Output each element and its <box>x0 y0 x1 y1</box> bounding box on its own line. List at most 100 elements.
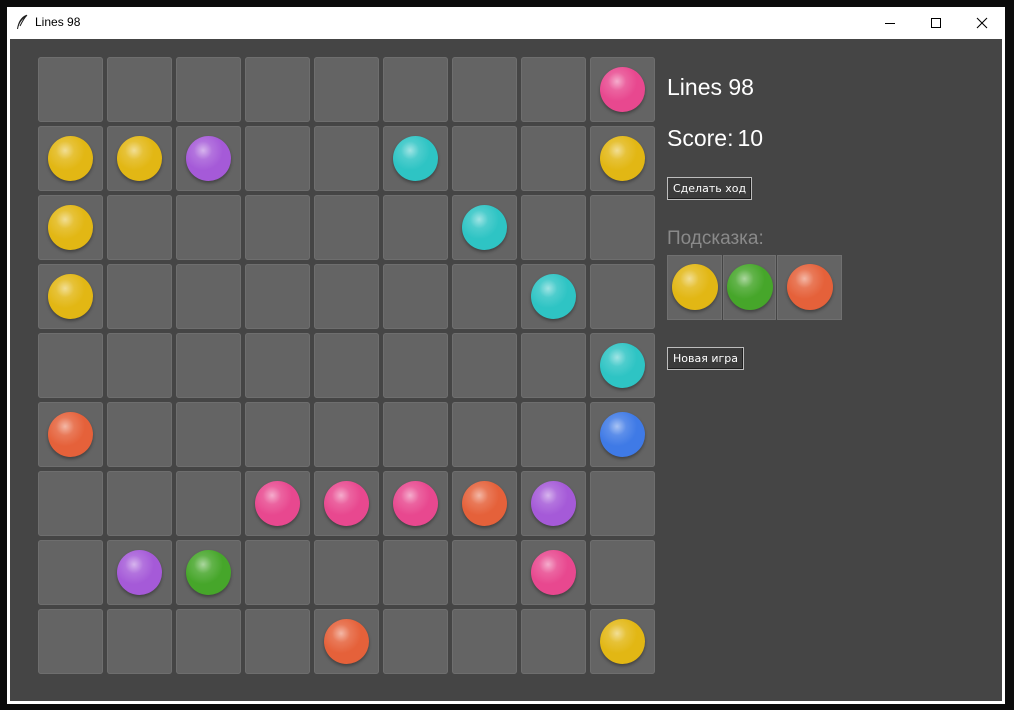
cyan-ball[interactable] <box>531 274 576 319</box>
board-cell[interactable] <box>107 264 172 329</box>
make-move-button[interactable]: Сделать ход <box>667 177 753 200</box>
orange-ball[interactable] <box>324 619 369 664</box>
board-cell[interactable] <box>245 609 310 674</box>
board-cell[interactable] <box>521 57 586 122</box>
board-cell[interactable] <box>590 540 655 605</box>
yellow-ball[interactable] <box>600 619 645 664</box>
pink-ball[interactable] <box>255 481 300 526</box>
board-cell[interactable] <box>176 333 241 398</box>
board-cell[interactable] <box>107 609 172 674</box>
board-cell[interactable] <box>245 471 310 536</box>
board-cell[interactable] <box>383 57 448 122</box>
pink-ball[interactable] <box>531 550 576 595</box>
cyan-ball[interactable] <box>600 343 645 388</box>
board-cell[interactable] <box>245 333 310 398</box>
board-cell[interactable] <box>590 126 655 191</box>
board-cell[interactable] <box>314 57 379 122</box>
board-cell[interactable] <box>107 540 172 605</box>
board-cell[interactable] <box>590 402 655 467</box>
board-cell[interactable] <box>521 402 586 467</box>
board-cell[interactable] <box>452 471 517 536</box>
board-cell[interactable] <box>38 126 103 191</box>
board-cell[interactable] <box>176 402 241 467</box>
board-cell[interactable] <box>383 402 448 467</box>
yellow-ball[interactable] <box>48 205 93 250</box>
board-cell[interactable] <box>107 402 172 467</box>
board-cell[interactable] <box>452 609 517 674</box>
board-cell[interactable] <box>521 333 586 398</box>
board-cell[interactable] <box>521 264 586 329</box>
board-cell[interactable] <box>38 333 103 398</box>
board-cell[interactable] <box>107 126 172 191</box>
board-cell[interactable] <box>107 471 172 536</box>
new-game-button[interactable]: Новая игра <box>667 347 744 370</box>
board-cell[interactable] <box>521 609 586 674</box>
board-cell[interactable] <box>383 609 448 674</box>
orange-ball[interactable] <box>48 412 93 457</box>
board-cell[interactable] <box>521 471 586 536</box>
green-ball[interactable] <box>186 550 231 595</box>
cyan-ball[interactable] <box>393 136 438 181</box>
pink-ball[interactable] <box>393 481 438 526</box>
board-cell[interactable] <box>452 540 517 605</box>
close-button[interactable] <box>959 7 1005 38</box>
board-cell[interactable] <box>452 333 517 398</box>
yellow-ball[interactable] <box>117 136 162 181</box>
board-cell[interactable] <box>452 264 517 329</box>
title-bar[interactable]: Lines 98 <box>7 7 1005 38</box>
board-cell[interactable] <box>245 195 310 260</box>
board-cell[interactable] <box>107 195 172 260</box>
board-cell[interactable] <box>383 540 448 605</box>
board-cell[interactable] <box>452 57 517 122</box>
board-cell[interactable] <box>176 126 241 191</box>
maximize-button[interactable] <box>913 7 959 38</box>
purple-ball[interactable] <box>186 136 231 181</box>
board-cell[interactable] <box>590 471 655 536</box>
yellow-ball[interactable] <box>600 136 645 181</box>
board-cell[interactable] <box>452 402 517 467</box>
board-cell[interactable] <box>521 126 586 191</box>
board-cell[interactable] <box>245 402 310 467</box>
cyan-ball[interactable] <box>462 205 507 250</box>
minimize-button[interactable] <box>867 7 913 38</box>
orange-ball[interactable] <box>462 481 507 526</box>
board-cell[interactable] <box>245 540 310 605</box>
board-cell[interactable] <box>38 609 103 674</box>
board-cell[interactable] <box>452 126 517 191</box>
pink-ball[interactable] <box>600 67 645 112</box>
board-cell[interactable] <box>245 57 310 122</box>
board-cell[interactable] <box>38 264 103 329</box>
board-cell[interactable] <box>383 264 448 329</box>
board-cell[interactable] <box>314 126 379 191</box>
yellow-ball[interactable] <box>48 274 93 319</box>
board-cell[interactable] <box>176 609 241 674</box>
board-cell[interactable] <box>521 540 586 605</box>
board-cell[interactable] <box>245 126 310 191</box>
purple-ball[interactable] <box>531 481 576 526</box>
board-cell[interactable] <box>590 264 655 329</box>
board-cell[interactable] <box>176 195 241 260</box>
board-cell[interactable] <box>314 471 379 536</box>
board-cell[interactable] <box>107 57 172 122</box>
yellow-ball[interactable] <box>48 136 93 181</box>
board-cell[interactable] <box>245 264 310 329</box>
board-cell[interactable] <box>38 57 103 122</box>
board-cell[interactable] <box>38 540 103 605</box>
board-cell[interactable] <box>314 540 379 605</box>
board-cell[interactable] <box>38 471 103 536</box>
board-cell[interactable] <box>590 609 655 674</box>
board-cell[interactable] <box>590 333 655 398</box>
board-cell[interactable] <box>176 540 241 605</box>
board-cell[interactable] <box>176 57 241 122</box>
board-cell[interactable] <box>383 471 448 536</box>
board-cell[interactable] <box>38 195 103 260</box>
board-cell[interactable] <box>590 57 655 122</box>
board-cell[interactable] <box>452 195 517 260</box>
board-cell[interactable] <box>38 402 103 467</box>
board-cell[interactable] <box>314 402 379 467</box>
purple-ball[interactable] <box>117 550 162 595</box>
board-cell[interactable] <box>383 333 448 398</box>
board-cell[interactable] <box>176 471 241 536</box>
board-cell[interactable] <box>314 609 379 674</box>
board-cell[interactable] <box>107 333 172 398</box>
